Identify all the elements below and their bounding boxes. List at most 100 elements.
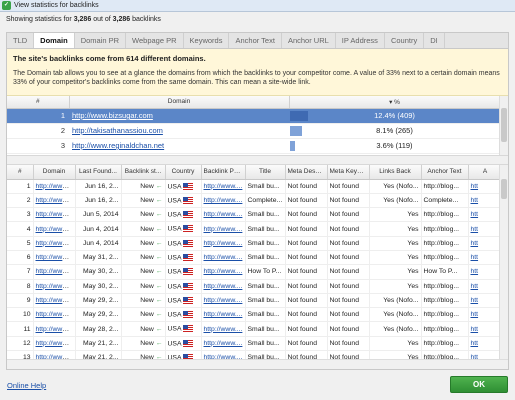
domain-row-domain-cell: http://takisathanassiou.com [69,123,289,139]
backlinks-col-header[interactable]: A [468,165,503,180]
backlinks-col-header[interactable]: Meta Descr... [285,165,328,180]
backlink-url-link[interactable]: htt [471,240,479,247]
domain-link[interactable]: http://takisathanassiou.com [72,126,163,135]
backlink-url-link[interactable]: http://www.... [204,183,243,190]
backlink-row[interactable]: 12 http://www.... May 21, 2... New ← USA http… [7,336,503,352]
backlink-url-link[interactable]: http://www.... [204,340,243,347]
backlink-url-link[interactable]: http://www.... [36,326,75,333]
backlink-row[interactable]: 9 http://www.... May 29, 2... New ← USA http:… [7,293,503,309]
backlinks-col-header[interactable]: Backlink Pa... [201,165,246,180]
backlink-row[interactable]: 7 http://www.... May 30, 2... New ← USA http:… [7,264,503,280]
domain-table-scrollbar[interactable] [499,96,508,155]
backlink-url-link[interactable]: http://www.... [36,254,75,261]
backlinks-vertical-scrollbar[interactable] [499,165,508,368]
backlink-url-link[interactable]: http://www.... [36,311,75,318]
domain-col-domain-header[interactable]: Domain [69,96,290,109]
domain-row[interactable]: 3 http://www.reginaldchan.net 3.6% (119) [7,138,500,154]
backlinks-col-header[interactable]: Last Found... [75,165,122,180]
tab-domain[interactable]: Domain [34,33,75,49]
backlink-row[interactable]: 2 http://www.... Jun 16, 2... New ← USA http:… [7,193,503,209]
backlink-url-link[interactable]: http://www.... [36,340,75,347]
backlink-domain-cell: http://www.... [33,207,76,223]
domain-col-percent-header[interactable]: ▾ % [289,96,501,109]
backlink-url-link[interactable]: http://www.... [204,311,243,318]
table-splitter[interactable] [7,155,508,165]
backlink-url-link[interactable]: http://www.... [204,197,243,204]
backlinks-col-header[interactable]: Domain [33,165,76,180]
backlink-url-link[interactable]: http://www.... [204,283,243,290]
domain-link[interactable]: http://www.reginaldchan.net [72,141,164,150]
backlink-url-link[interactable]: htt [471,297,479,304]
backlink-country: USA [165,264,202,280]
domain-row-index: 1 [7,108,69,124]
backlink-row[interactable]: 4 http://www.... Jun 4, 2014 New ← USA http:/… [7,221,503,237]
ok-button[interactable]: OK [450,376,508,393]
domain-row[interactable]: 1 http://www.bizsugar.com 12.4% (409) [7,108,500,124]
backlink-url-link[interactable]: http://www.... [204,211,243,218]
tab-ip-address[interactable]: IP Address [336,33,385,49]
backlink-url-link[interactable]: http://www.... [204,326,243,333]
backlink-url-link[interactable]: http://www.... [36,226,75,233]
backlinks-col-header[interactable]: Country [165,165,202,180]
backlinks-col-header[interactable]: Links Back [369,165,422,180]
tab-keywords[interactable]: Keywords [184,33,230,49]
us-flag-icon [183,211,194,219]
new-arrow-icon: ← [153,268,163,276]
backlink-row[interactable]: 1 http://www.... Jun 16, 2... New ← USA http:… [7,179,503,194]
backlinks-col-header[interactable]: Meta Keyw... [327,165,370,180]
backlink-url-link[interactable]: htt [471,326,479,333]
backlink-row[interactable]: 11 http://www.... May 28, 2... New ← USA http… [7,321,503,337]
backlinks-col-header[interactable]: # [7,165,34,180]
tab-anchor-url[interactable]: Anchor URL [282,33,336,49]
backlink-url-link[interactable]: htt [471,311,479,318]
backlinks-col-header[interactable]: Anchor Text [421,165,469,180]
online-help-link[interactable]: Online Help [7,381,46,390]
backlink-url-link[interactable]: http://www.... [36,183,75,190]
domain-col-index-header[interactable]: # [7,96,70,109]
tab-country[interactable]: Country [385,33,425,49]
backlinks-col-header[interactable]: Backlink st... [121,165,166,180]
backlink-domain-cell: http://www.... [33,221,76,237]
backlink-url-link[interactable]: http://www.... [36,197,75,204]
tab-tld[interactable]: TLD [7,33,35,49]
backlink-url-link[interactable]: http://www.... [204,297,243,304]
backlink-row[interactable]: 10 http://www.... May 29, 2... New ← USA http… [7,307,503,323]
backlink-row[interactable]: 6 http://www.... May 31, 2... New ← USA http:… [7,250,503,266]
backlink-row[interactable]: 3 http://www.... Jun 5, 2014 New ← USA http:/… [7,207,503,223]
backlink-url-link[interactable]: http://www.... [36,268,75,275]
tab-domain-pr[interactable]: Domain PR [75,33,127,49]
domain-link[interactable]: http://www.bizsugar.com [72,111,153,120]
backlink-url-link[interactable]: http://www.... [36,240,75,247]
backlink-url-link[interactable]: htt [471,211,479,218]
tab-di[interactable]: DI [424,33,445,49]
backlink-url-link[interactable]: http://www.... [204,240,243,247]
backlink-url-link[interactable]: htt [471,197,479,204]
backlink-url-link[interactable]: htt [471,254,479,261]
backlink-url-link[interactable]: http://www.... [204,268,243,275]
backlinks-horizontal-scrollbar[interactable] [7,359,508,369]
backlink-url-link[interactable]: http://www.... [204,254,243,261]
backlink-row[interactable]: 5 http://www.... Jun 4, 2014 New ← USA http:/… [7,236,503,251]
backlinks-scroll-thumb[interactable] [501,179,507,199]
backlinks-col-header[interactable]: Title [245,165,286,180]
domain-row[interactable]: 4http://fuse.ch/zwchin.com2.9% (96) [7,153,500,155]
tab-webpage-pr[interactable]: Webpage PR [126,33,184,49]
backlink-url-link[interactable]: htt [471,340,479,347]
backlink-url-link[interactable]: http://www.... [204,226,243,233]
status-text: New [140,196,154,204]
tab-anchor-text[interactable]: Anchor Text [229,33,282,49]
backlink-row[interactable]: 8 http://www.... May 30, 2... New ← USA http:… [7,279,503,294]
domain-scroll-thumb[interactable] [501,108,507,142]
backlink-country: USA [165,321,202,337]
backlink-url-link[interactable]: http://www.... [36,297,75,304]
backlink-url-link[interactable]: htt [471,283,479,290]
backlink-url-link[interactable]: http://www.... [36,283,75,290]
backlink-url-link[interactable]: htt [471,183,479,190]
backlink-url-link[interactable]: http://www.... [36,211,75,218]
backlink-status: New ← [121,336,166,352]
domain-row[interactable]: 2 http://takisathanassiou.com 8.1% (265) [7,123,500,139]
backlink-url-link[interactable]: htt [471,226,479,233]
status-text: New [140,282,154,290]
backlink-url-link[interactable]: htt [471,268,479,275]
backlink-desc-cell: Not found [285,250,328,266]
